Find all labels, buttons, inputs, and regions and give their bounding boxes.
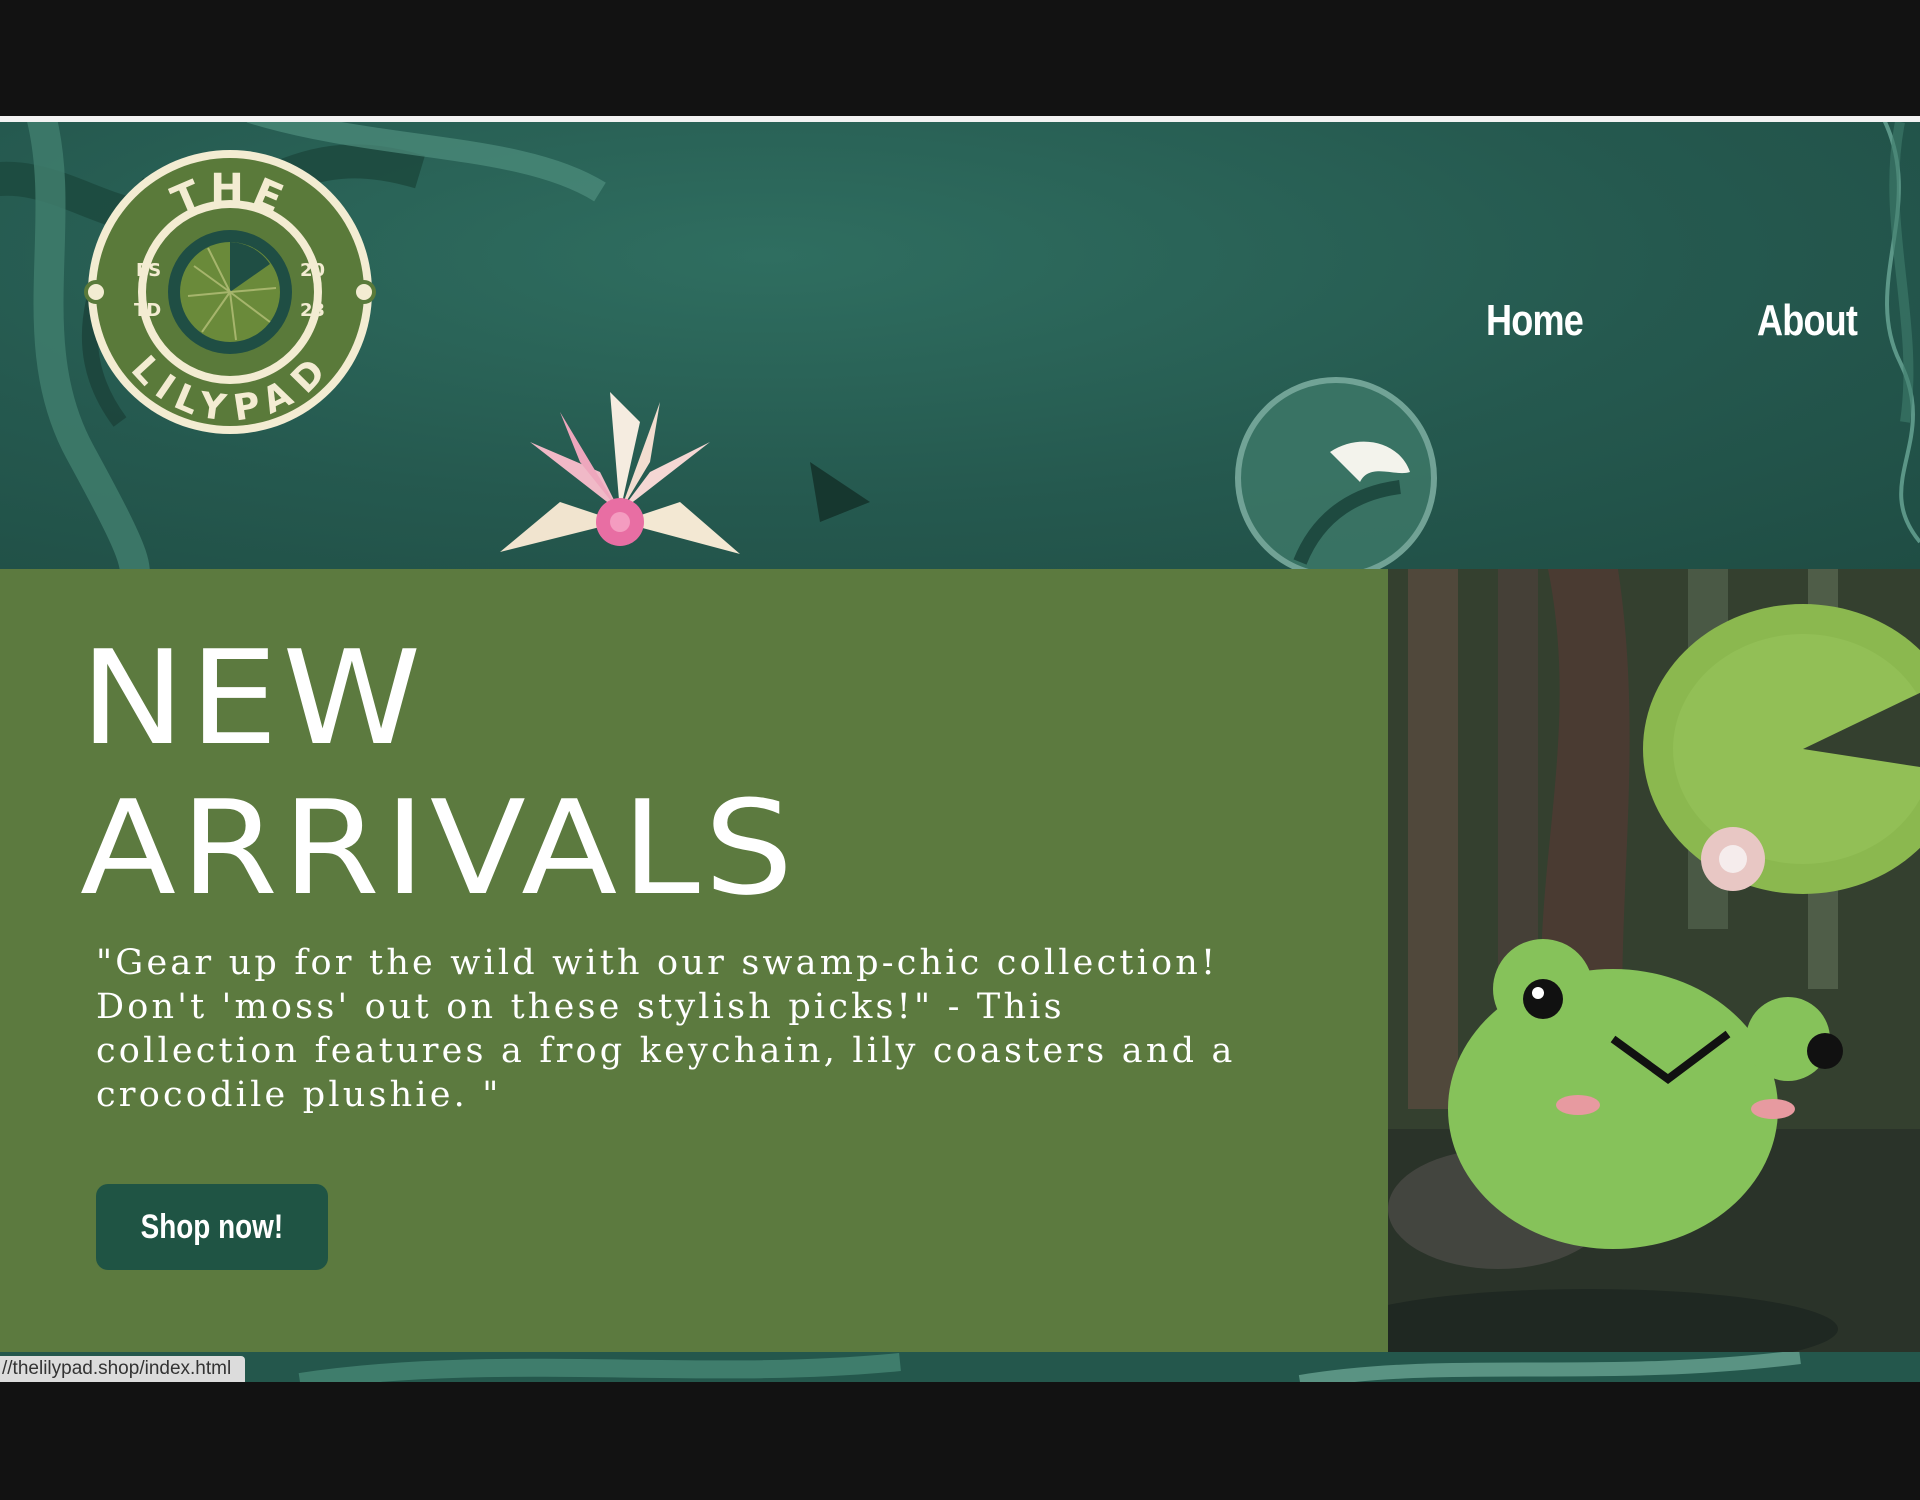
logo-left-top: ES — [136, 260, 161, 281]
product-photo — [1388, 569, 1920, 1352]
site-header: THE LILYPAD ES TD 20 23 Home About — [0, 122, 1920, 569]
crochet-frog-image — [1388, 569, 1920, 1352]
logo-right-top: 20 — [300, 260, 325, 281]
lotus-flower-icon — [500, 392, 870, 554]
hero-title-line2: ARRIVALS — [80, 772, 798, 924]
bottom-letterbox — [0, 1382, 1920, 1500]
shop-now-label: Shop now! — [140, 1207, 284, 1246]
shop-now-button[interactable]: Shop now! — [96, 1184, 328, 1270]
lilypad-logo-icon[interactable]: THE LILYPAD ES TD 20 23 — [84, 146, 376, 438]
hero-title-line1: NEW — [80, 622, 426, 774]
bubble-icon — [1235, 377, 1437, 569]
nav-home-link[interactable]: Home — [1486, 296, 1584, 346]
hero-title: NEW ARRIVALS — [80, 623, 798, 923]
new-arrivals-hero: NEW ARRIVALS "Gear up for the wild with … — [0, 569, 1388, 1352]
top-letterbox — [0, 0, 1920, 116]
status-bar-url: //thelilypad.shop/index.html — [0, 1356, 246, 1382]
nav-about-link[interactable]: About — [1757, 296, 1858, 346]
browser-viewport: THE LILYPAD ES TD 20 23 Home About NEW A… — [0, 0, 1920, 1500]
footer-strip — [0, 1352, 1920, 1382]
hero-description: "Gear up for the wild with our swamp-chi… — [96, 943, 1236, 1115]
main-nav: Home About — [0, 296, 1920, 356]
